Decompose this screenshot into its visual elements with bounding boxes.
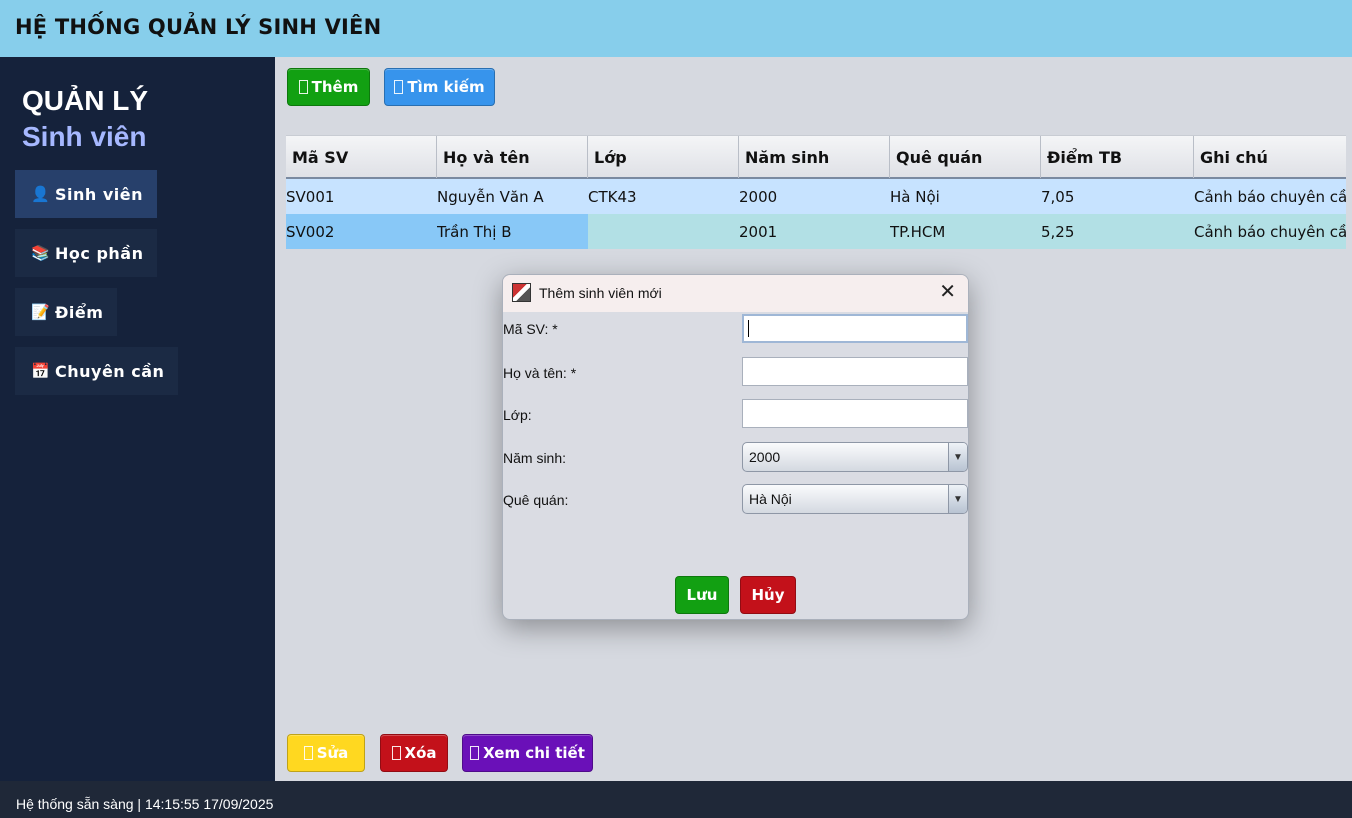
memo-icon: 📝	[31, 303, 51, 321]
sidebar-item-grades[interactable]: 📝 Điểm	[15, 288, 118, 336]
que-quan-value: Hà Nội	[749, 491, 792, 507]
books-icon: 📚	[31, 244, 51, 262]
trash-icon	[391, 746, 401, 760]
sidebar-item-label: Chuyên cần	[55, 361, 165, 381]
column-header[interactable]: Mã SV	[286, 136, 437, 178]
table-header: Mã SV Họ và tên Lớp Năm sinh Quê quán Đi…	[286, 135, 1346, 179]
search-button[interactable]: Tìm kiếm	[384, 68, 495, 106]
java-app-icon	[512, 283, 531, 302]
table-cell: TP.HCM	[890, 222, 946, 241]
dialog-titlebar[interactable]: Thêm sinh viên mới ✕	[503, 275, 968, 312]
table-cell: Nguyễn Văn A	[437, 187, 544, 206]
sidebar-item-courses[interactable]: 📚 Học phần	[15, 229, 158, 277]
sidebar-item-label: Sinh viên	[55, 184, 144, 204]
add-button-label: Thêm	[311, 78, 359, 96]
search-icon	[394, 80, 404, 94]
table-cell: Hà Nội	[890, 187, 940, 206]
table-cell: 2000	[739, 187, 778, 206]
sidebar-title: QUẢN LÝ	[22, 85, 148, 116]
table-cell: SV002	[286, 214, 437, 249]
delete-button[interactable]: Xóa	[380, 734, 448, 772]
table-row[interactable]: SV002 Trần Thị B 2001 TP.HCM 5,25 Cảnh b…	[286, 214, 1346, 249]
sidebar-item-students[interactable]: 👤 Sinh viên	[15, 170, 158, 218]
calendar-icon: 📅	[31, 362, 51, 380]
column-header[interactable]: Năm sinh	[739, 136, 890, 178]
save-button[interactable]: Lưu	[675, 576, 729, 614]
column-header[interactable]: Lớp	[588, 136, 739, 178]
add-student-dialog: Thêm sinh viên mới ✕ Mã SV: * Họ và tên:…	[502, 274, 969, 620]
edit-button-label: Sửa	[316, 744, 349, 762]
table-row[interactable]: SV001 Nguyễn Văn A CTK43 2000 Hà Nội 7,0…	[286, 179, 1346, 214]
user-icon: 👤	[31, 185, 51, 203]
app-title: HỆ THỐNG QUẢN LÝ SINH VIÊN	[15, 15, 382, 39]
details-button-label: Xem chi tiết	[483, 744, 585, 762]
dialog-title: Thêm sinh viên mới	[539, 285, 662, 301]
ho-ten-input[interactable]	[742, 357, 968, 386]
column-header[interactable]: Ghi chú	[1194, 136, 1346, 178]
nam-sinh-label: Năm sinh:	[503, 450, 567, 466]
sidebar: QUẢN LÝ Sinh viên 👤 Sinh viên 📚 Học phần…	[0, 57, 275, 781]
column-header[interactable]: Họ và tên	[437, 136, 588, 178]
column-header[interactable]: Điểm TB	[1041, 136, 1194, 178]
ma-sv-input[interactable]	[742, 314, 968, 343]
students-table: Mã SV Họ và tên Lớp Năm sinh Quê quán Đi…	[286, 135, 1346, 249]
nam-sinh-value: 2000	[749, 449, 781, 465]
table-cell: Cảnh báo chuyên cầ...	[1194, 222, 1346, 241]
table-cell	[588, 214, 739, 249]
close-icon[interactable]: ✕	[939, 281, 956, 301]
search-button-label: Tìm kiếm	[407, 78, 485, 96]
nam-sinh-select[interactable]: 2000 ▼	[742, 442, 968, 472]
app-header: HỆ THỐNG QUẢN LÝ SINH VIÊN	[0, 0, 1352, 57]
table-cell: CTK43	[588, 187, 637, 206]
que-quan-select[interactable]: Hà Nội ▼	[742, 484, 968, 514]
table-cell: 2001	[739, 222, 778, 241]
table-cell: 5,25	[1041, 222, 1075, 241]
eye-icon	[470, 746, 480, 760]
sidebar-item-attendance[interactable]: 📅 Chuyên cần	[15, 347, 179, 395]
edit-button[interactable]: Sửa	[287, 734, 365, 772]
table-cell: 7,05	[1041, 187, 1075, 206]
lop-input[interactable]	[742, 399, 968, 428]
add-button[interactable]: Thêm	[287, 68, 370, 106]
column-header[interactable]: Quê quán	[890, 136, 1041, 178]
sidebar-subtitle: Sinh viên	[22, 121, 147, 152]
table-cell: SV001	[286, 187, 335, 206]
status-text: Hệ thống sẵn sàng | 14:15:55 17/09/2025	[16, 796, 274, 812]
text-caret	[748, 320, 749, 337]
chevron-down-icon[interactable]: ▼	[948, 443, 967, 471]
delete-button-label: Xóa	[404, 744, 437, 762]
sidebar-item-label: Điểm	[55, 302, 104, 322]
table-cell: Cảnh báo chuyên cầ...	[1194, 187, 1346, 206]
ma-sv-label: Mã SV: *	[503, 321, 558, 337]
lop-label: Lớp:	[503, 407, 532, 423]
table-cell: Trần Thị B	[437, 214, 588, 249]
cancel-button[interactable]: Hủy	[740, 576, 796, 614]
ho-ten-label: Họ và tên: *	[503, 365, 577, 381]
status-bar: Hệ thống sẵn sàng | 14:15:55 17/09/2025	[0, 781, 1352, 818]
chevron-down-icon[interactable]: ▼	[948, 485, 967, 513]
pencil-icon	[303, 746, 313, 760]
sidebar-item-label: Học phần	[55, 243, 144, 263]
details-button[interactable]: Xem chi tiết	[462, 734, 593, 772]
add-icon	[298, 80, 308, 94]
que-quan-label: Quê quán:	[503, 492, 569, 508]
